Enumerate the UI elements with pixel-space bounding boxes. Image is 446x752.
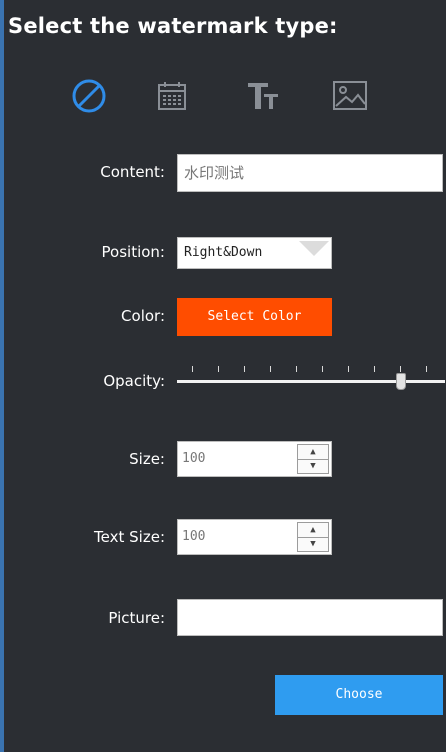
text-size-label: Text Size: bbox=[94, 528, 165, 546]
choose-button[interactable]: Choose bbox=[275, 675, 443, 715]
opacity-slider-thumb[interactable] bbox=[396, 373, 406, 390]
watermark-panel: Select the watermark type: Content: 水印测试… bbox=[0, 0, 446, 752]
slider-tick bbox=[244, 366, 245, 372]
slider-tick bbox=[192, 366, 193, 372]
date-type-button[interactable] bbox=[149, 74, 195, 118]
size-stepper[interactable]: 100 ▲ ▼ bbox=[177, 441, 332, 477]
picture-type-button[interactable] bbox=[327, 74, 373, 118]
size-decrement-button[interactable]: ▼ bbox=[298, 459, 328, 473]
select-color-button[interactable]: Select Color bbox=[177, 298, 332, 336]
text-size-stepper[interactable]: 100 ▲ ▼ bbox=[177, 519, 332, 555]
slider-tick bbox=[374, 366, 375, 372]
slider-tick bbox=[348, 366, 349, 372]
size-stepper-buttons: ▲ ▼ bbox=[297, 444, 329, 474]
picture-label: Picture: bbox=[108, 609, 165, 627]
size-label: Size: bbox=[129, 450, 165, 468]
slider-tick bbox=[218, 366, 219, 372]
text-size-value[interactable]: 100 bbox=[182, 520, 205, 554]
picture-input[interactable] bbox=[177, 599, 443, 636]
chevron-down-icon[interactable] bbox=[299, 241, 329, 256]
slider-tick bbox=[322, 366, 323, 372]
slider-tick bbox=[296, 366, 297, 372]
slider-tick bbox=[400, 366, 401, 372]
content-label: Content: bbox=[100, 163, 165, 181]
text-size-stepper-buttons: ▲ ▼ bbox=[297, 522, 329, 552]
opacity-label: Opacity: bbox=[103, 372, 165, 390]
text-type-button[interactable] bbox=[241, 74, 287, 118]
none-type-button[interactable] bbox=[66, 74, 112, 118]
text-icon bbox=[248, 83, 278, 109]
text-size-increment-button[interactable]: ▲ bbox=[298, 523, 328, 538]
content-input[interactable]: 水印测试 bbox=[177, 154, 443, 192]
picture-icon bbox=[333, 81, 367, 110]
position-value: Right&Down bbox=[184, 245, 263, 260]
position-label: Position: bbox=[101, 243, 165, 261]
calendar-icon bbox=[158, 82, 186, 110]
position-dropdown[interactable]: Right&Down bbox=[177, 237, 332, 269]
text-size-decrement-button[interactable]: ▼ bbox=[298, 537, 328, 551]
opacity-slider[interactable] bbox=[177, 362, 445, 396]
size-increment-button[interactable]: ▲ bbox=[298, 445, 328, 460]
panel-title: Select the watermark type: bbox=[8, 14, 338, 38]
size-value[interactable]: 100 bbox=[182, 442, 205, 476]
none-icon bbox=[72, 79, 106, 113]
slider-tick bbox=[426, 366, 427, 372]
slider-tick bbox=[270, 366, 271, 372]
color-label: Color: bbox=[121, 307, 165, 325]
